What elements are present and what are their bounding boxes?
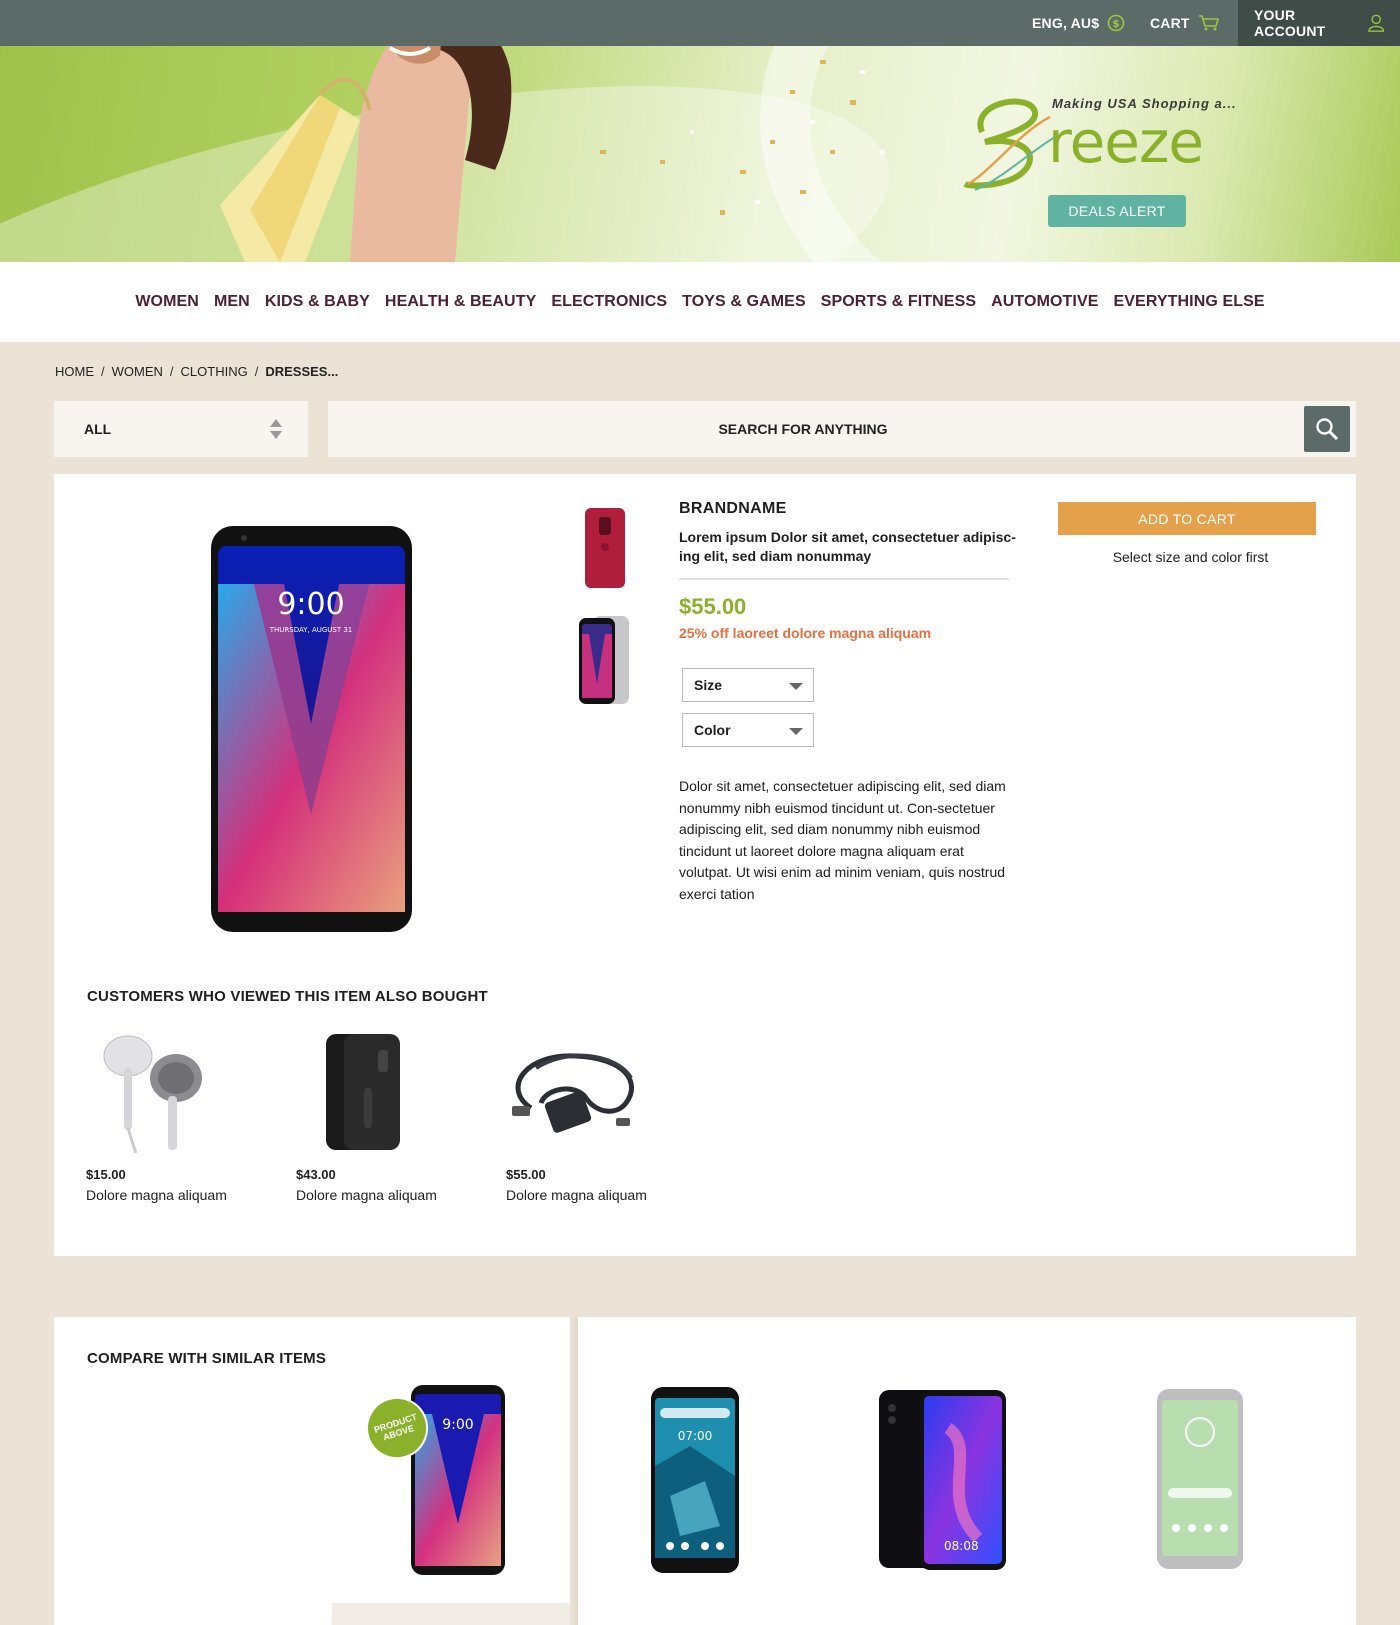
product-discount: 25% off laoreet dolore magna aliquam — [679, 625, 932, 641]
thumbnail-silver-phone[interactable] — [577, 614, 632, 706]
compare-item-phone-black[interactable]: 08:08 — [878, 1388, 1008, 1572]
search-input[interactable]: SEARCH FOR ANYTHING — [328, 401, 1278, 457]
compare-item-phone-green[interactable] — [1156, 1388, 1244, 1570]
sort-arrows-icon — [270, 419, 282, 439]
svg-text:reeze: reeze — [1048, 108, 1203, 176]
user-icon — [1367, 14, 1384, 32]
breadcrumb-clothing[interactable]: CLOTHING — [181, 364, 248, 379]
breadcrumb-separator: / — [101, 364, 105, 379]
language-currency-label: ENG, AU$ — [1032, 15, 1100, 31]
also-bought-name: Dolore magna aliquam — [506, 1187, 647, 1203]
also-bought-price: $43.00 — [296, 1167, 336, 1182]
cart-label: CART — [1150, 15, 1190, 31]
compare-title: COMPARE WITH SIMILAR ITEMS — [87, 1350, 327, 1367]
add-to-cart-button[interactable]: ADD TO CART — [1058, 502, 1316, 535]
color-dropdown-label: Color — [694, 722, 731, 738]
shopping-cart-icon — [1198, 15, 1219, 31]
search-category-value: ALL — [84, 421, 112, 437]
breadcrumb: HOME / WOMEN / CLOTHING / DRESSES... — [55, 364, 338, 379]
nav-item-men[interactable]: MEN — [214, 293, 250, 311]
nav-item-automotive[interactable]: AUTOMOTIVE — [991, 293, 1098, 311]
product-price: $55.00 — [679, 594, 747, 619]
compare-current-strip — [332, 1603, 570, 1625]
nav-item-electronics[interactable]: ELECTRONICS — [551, 293, 667, 311]
also-bought-name: Dolore magna aliquam — [86, 1187, 227, 1203]
nav-item-sports-fitness[interactable]: SPORTS & FITNESS — [821, 293, 976, 311]
nav-item-health-beauty[interactable]: HEALTH & BEAUTY — [385, 293, 536, 311]
deals-alert-button[interactable]: DEALS ALERT — [1048, 195, 1186, 227]
chevron-down-icon — [789, 683, 803, 690]
account-label: YOUR ACCOUNT — [1254, 7, 1326, 39]
logo-tagline: Making USA Shopping a... — [1052, 96, 1237, 111]
compare-screen-time: 07:00 — [678, 1429, 713, 1443]
search-category-select[interactable]: ALL — [54, 401, 308, 457]
breadcrumb-home[interactable]: HOME — [55, 364, 94, 379]
size-dropdown-label: Size — [694, 677, 723, 693]
thumbnail-red-phone[interactable] — [584, 507, 626, 589]
title-divider — [679, 578, 1009, 580]
compare-screen-time: 9:00 — [442, 1417, 473, 1433]
nav-item-toys-games[interactable]: TOYS & GAMES — [682, 293, 806, 311]
also-bought-price: $15.00 — [86, 1167, 126, 1182]
phone-screen-time: 9:00 — [277, 587, 344, 622]
compare-item-phone-blue[interactable]: 07:00 — [650, 1386, 740, 1574]
currency-icon: $ — [1107, 14, 1125, 32]
add-to-cart-note: Select size and color first — [1112, 549, 1269, 565]
top-utility-bar: ENG, AU$ $ CART YOUR ACCOUNT — [0, 0, 1400, 46]
nav-item-women[interactable]: WOMEN — [135, 293, 199, 311]
also-bought-price: $55.00 — [506, 1167, 546, 1182]
breeze-logo[interactable]: reeze Making USA Shopping a... — [960, 92, 1250, 197]
breadcrumb-current: DRESSES... — [265, 364, 339, 379]
also-bought-item[interactable]: $15.00 Dolore magna aliquam — [86, 1028, 266, 1203]
product-title: Lorem ipsum Dolor sit amet, consectetuer… — [679, 529, 1016, 564]
color-dropdown[interactable]: Color — [682, 713, 814, 747]
product-brand: BRANDNAME — [679, 500, 787, 517]
breadcrumb-separator: / — [254, 364, 259, 379]
svg-text:$: $ — [1112, 17, 1120, 30]
also-bought-title: CUSTOMERS WHO VIEWED THIS ITEM ALSO BOUG… — [87, 988, 488, 1005]
phone-screen-date: THURSDAY, AUGUST 31 — [269, 626, 353, 634]
main-product-image[interactable]: 9:00 THURSDAY, AUGUST 31 — [209, 524, 414, 934]
language-currency-selector[interactable]: ENG, AU$ $ — [1032, 0, 1125, 46]
product-detail-panel: 9:00 THURSDAY, AUGUST 31 BRANDNAME Lorem… — [54, 474, 1356, 1256]
also-bought-name: Dolore magna aliquam — [296, 1187, 437, 1203]
cart-link[interactable]: CART — [1150, 0, 1220, 46]
size-dropdown[interactable]: Size — [682, 668, 814, 702]
compare-screen-time: 08:08 — [944, 1539, 979, 1553]
account-link[interactable]: YOUR ACCOUNT — [1238, 0, 1400, 46]
also-bought-item[interactable]: $55.00 Dolore magna aliquam — [506, 1028, 686, 1203]
category-nav: WOMEN MEN KIDS & BABY HEALTH & BEAUTY EL… — [0, 262, 1400, 342]
chevron-down-icon — [789, 728, 803, 735]
also-bought-item[interactable]: $43.00 Dolore magna aliquam — [296, 1028, 476, 1203]
search-icon — [1316, 418, 1339, 441]
nav-item-everything-else[interactable]: EVERYTHING ELSE — [1114, 293, 1265, 311]
breadcrumb-women[interactable]: WOMEN — [112, 364, 163, 379]
search-button[interactable] — [1304, 406, 1350, 452]
nav-item-kids-baby[interactable]: KIDS & BABY — [265, 293, 370, 311]
search-bar[interactable]: SEARCH FOR ANYTHING — [328, 401, 1356, 457]
breadcrumb-separator: / — [169, 364, 174, 379]
phone-case-icon — [326, 1034, 400, 1150]
product-description: Dolor sit amet, consectetuer adipiscing … — [679, 778, 1006, 902]
earphones-icon — [103, 1035, 202, 1153]
charger-cable-icon — [512, 1053, 634, 1133]
